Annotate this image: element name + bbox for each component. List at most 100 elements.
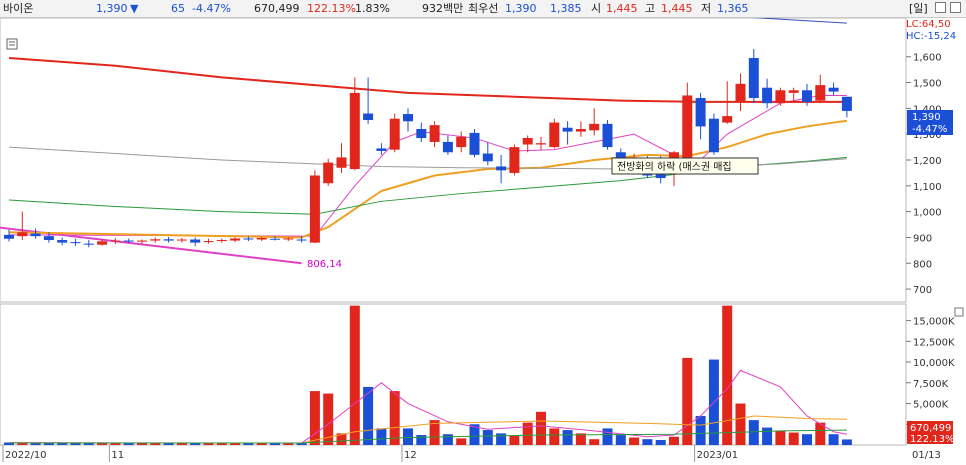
restore-window-icon[interactable] — [935, 2, 946, 13]
candle-body — [389, 118, 400, 150]
period-selector[interactable]: [일] — [909, 1, 928, 16]
price-tick-label: 1,500 — [913, 79, 942, 90]
candle-body — [323, 162, 334, 184]
candle-body — [270, 238, 280, 240]
high-price: 1,445 — [661, 2, 693, 15]
candle-body — [775, 90, 786, 104]
preferred-label: 최우선 — [468, 2, 499, 15]
date-axis: 2022/10 11 12 2023/01 01/13 — [2, 445, 941, 462]
candle-body — [788, 90, 799, 93]
high-label: 고 — [645, 2, 656, 15]
price-tick-label: 900 — [913, 233, 932, 244]
candle-body — [589, 123, 600, 131]
price-tick-label: 1,600 — [913, 53, 942, 64]
volume-bar — [403, 428, 413, 445]
close-window-icon[interactable] — [950, 2, 961, 13]
candle-body — [841, 96, 852, 111]
candle-body — [97, 241, 108, 245]
volume-bar — [416, 435, 427, 445]
volume-bar — [722, 305, 733, 445]
volume-bar — [828, 434, 839, 445]
candle-body — [137, 240, 147, 242]
volume-bar — [536, 411, 546, 445]
open-price: 1,445 — [606, 2, 638, 15]
bid-price-2: 1,385 — [550, 2, 582, 15]
trendline-label: 806,14 — [307, 259, 342, 270]
price-change-pct: -4.47% — [192, 2, 231, 15]
candle-body — [562, 127, 573, 132]
volume-bar — [216, 443, 227, 445]
volume-bar — [589, 439, 600, 445]
volume-ratio: 122.13% — [307, 2, 356, 15]
candle-body — [682, 95, 693, 163]
volume-bar — [562, 430, 573, 445]
volume-bar — [509, 435, 520, 445]
volume-bar — [802, 434, 812, 445]
candle-body — [230, 238, 241, 241]
volume-bar — [762, 427, 773, 445]
candle-body — [70, 242, 81, 244]
price-tick-label: 800 — [913, 259, 932, 270]
volume-bar — [629, 437, 640, 445]
candle-body — [815, 85, 826, 101]
candle-body — [336, 157, 347, 168]
price-tick-label: 700 — [913, 285, 932, 296]
volume-tick-label: 10,000K — [913, 358, 955, 369]
candle-body — [203, 241, 214, 243]
candle-body — [735, 83, 746, 102]
volume-bar — [442, 434, 453, 445]
candle-body — [469, 132, 480, 155]
grid-toggle-icon[interactable] — [6, 38, 18, 50]
volume-bar — [602, 428, 613, 445]
candle-body — [256, 237, 267, 240]
last-price-value: 1,390 — [912, 112, 941, 123]
candle-body — [575, 129, 586, 132]
stock-name[interactable]: 바이온 — [3, 1, 33, 16]
candle-body — [828, 87, 839, 92]
candle-body — [363, 113, 374, 120]
volume-bar — [522, 422, 533, 445]
volume-tick-label: 15,000K — [913, 317, 955, 328]
hc-label: HC:-15,24 — [906, 31, 956, 42]
candle-body — [17, 232, 28, 237]
stock-chart: 7008009001,0001,1001,2001,3001,4001,5001… — [0, 18, 964, 462]
volume-bar — [456, 438, 467, 445]
chart-note-text: 전방화의 하락 (매스권 매집 — [617, 160, 732, 173]
last-volume-value: 670,499 — [910, 423, 951, 434]
candle-body — [802, 90, 812, 102]
volume-bar — [669, 436, 679, 445]
volume-bar — [748, 420, 759, 445]
candle-body — [283, 238, 294, 240]
last-price-change: -4.47% — [912, 124, 947, 135]
date-label: 01/13 — [912, 450, 941, 461]
candle-body — [536, 143, 546, 145]
trade-amount: 932백만 — [422, 2, 464, 15]
volume-bar — [642, 439, 653, 445]
price-tick-label: 1,200 — [913, 156, 942, 167]
volume-bar — [389, 391, 400, 445]
candle-body — [176, 239, 187, 241]
last-volume-pct: 122.13% — [910, 434, 955, 445]
candle-body — [695, 98, 706, 127]
change-arrow-icon: ▼ — [130, 2, 139, 15]
candle-body — [429, 125, 440, 142]
candle-body — [509, 147, 520, 173]
volume-panel-menu-icon[interactable] — [954, 307, 964, 317]
candle-body — [602, 123, 613, 148]
date-label: 2022/10 — [5, 450, 47, 461]
candle-body — [163, 239, 174, 241]
candle-body — [83, 243, 94, 245]
candle-body — [416, 129, 427, 139]
candle-body — [4, 234, 14, 239]
volume-bar — [349, 305, 360, 445]
volume-bar — [137, 443, 147, 445]
price-tick-label: 1,100 — [913, 182, 942, 193]
candle-body — [349, 92, 360, 170]
candle-body — [762, 87, 773, 104]
low-price: 1,365 — [717, 2, 749, 15]
volume-bar — [309, 391, 320, 445]
candle-body — [748, 58, 759, 99]
volume-bar — [615, 435, 626, 445]
candle-body — [708, 118, 719, 153]
candle-body — [296, 239, 307, 241]
